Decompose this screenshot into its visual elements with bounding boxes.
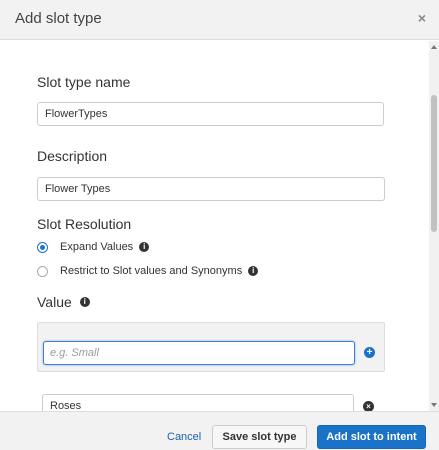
expand-values-label: Expand Values — [60, 241, 134, 253]
expand-values-radio[interactable] — [37, 241, 48, 253]
save-slot-type-button[interactable]: Save slot type — [212, 425, 307, 449]
info-icon: i — [248, 266, 259, 276]
scroll-down-icon[interactable] — [431, 403, 437, 407]
dialog-title: Add slot type — [15, 10, 102, 27]
slot-type-name-label: Slot type name — [37, 74, 131, 90]
info-icon: i — [79, 297, 90, 307]
slot-resolution-label: Slot Resolution — [37, 216, 132, 232]
add-value-icon[interactable]: + — [364, 347, 375, 358]
add-slot-to-intent-button[interactable]: Add slot to intent — [317, 425, 426, 449]
info-icon: i — [139, 242, 150, 252]
restrict-values-label: Restrict to Slot values and Synonyms — [60, 265, 243, 277]
description-input[interactable] — [37, 177, 385, 201]
close-icon[interactable]: × — [415, 11, 429, 25]
scroll-up-icon[interactable] — [431, 45, 437, 49]
scroll-thumb[interactable] — [431, 95, 437, 232]
restrict-values-option[interactable]: Restrict to Slot values and Synonyms i — [37, 263, 259, 279]
expand-values-option[interactable]: Expand Values i — [37, 239, 150, 255]
slot-value-input[interactable] — [42, 394, 354, 411]
description-label: Description — [37, 148, 108, 164]
new-value-input[interactable] — [43, 341, 355, 365]
dialog-body: Slot type name Description Slot Resoluti… — [0, 41, 429, 411]
new-value-panel: + — [37, 322, 385, 372]
value-label: Value — [37, 294, 72, 310]
cancel-link[interactable]: Cancel — [167, 431, 201, 443]
dialog-footer: Cancel Save slot type Add slot to intent — [0, 411, 439, 450]
restrict-values-radio[interactable] — [37, 265, 48, 277]
dialog-header: Add slot type × — [0, 0, 439, 40]
slot-type-name-input[interactable] — [37, 102, 384, 126]
value-label-row: Value i — [37, 294, 90, 310]
dialog-scrollbar[interactable] — [429, 41, 439, 411]
remove-value-icon[interactable]: × — [363, 401, 374, 411]
add-slot-type-dialog: Add slot type × Slot type name Descripti… — [0, 0, 439, 450]
